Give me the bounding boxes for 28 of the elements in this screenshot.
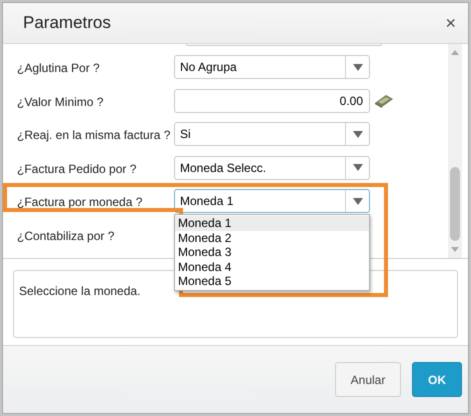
dropdown-option[interactable]: Moneda 2 (175, 230, 369, 245)
dropdown-field[interactable]: Si (174, 122, 370, 146)
field-label: ¿Contabiliza por ? (16, 228, 116, 244)
dropdown-option[interactable]: Moneda 1 (175, 216, 369, 230)
field-label: ¿Aglutina Por ? (16, 60, 101, 77)
dropdown-option[interactable]: Moneda 5 (175, 274, 369, 288)
field-label: ¿Reaj. en la misma factura ? (16, 127, 172, 144)
close-button[interactable]: × (445, 14, 456, 32)
dropdown-field[interactable]: No Agrupa (174, 55, 370, 79)
field-label: ¿Factura por moneda ? (16, 194, 144, 211)
window-title: Parametros (23, 12, 111, 34)
caret-icon (352, 198, 362, 204)
dropdown-option[interactable]: Moneda 3 (175, 245, 369, 260)
caret-icon (352, 130, 362, 138)
scroll-up-icon[interactable] (451, 50, 459, 55)
help-text: Seleccione la moneda. (19, 284, 140, 298)
dropdown-option[interactable]: Moneda 4 (175, 260, 369, 274)
dropdown-field[interactable]: Moneda 1 (174, 189, 370, 213)
cancel-button[interactable]: Anular (335, 362, 401, 397)
field-label: ¿Factura Pedido por ? (16, 160, 138, 178)
calculator-icon[interactable] (374, 94, 394, 108)
scrollbar[interactable] (448, 44, 462, 258)
caret-icon (352, 64, 362, 70)
scroll-down-icon[interactable] (451, 247, 459, 252)
caret-icon (352, 164, 362, 171)
field-label: ¿Valor Minimo ? (16, 94, 104, 110)
dropdown-field[interactable]: Moneda Selecc. (174, 156, 370, 180)
number-field[interactable]: 0.00 (174, 88, 370, 112)
